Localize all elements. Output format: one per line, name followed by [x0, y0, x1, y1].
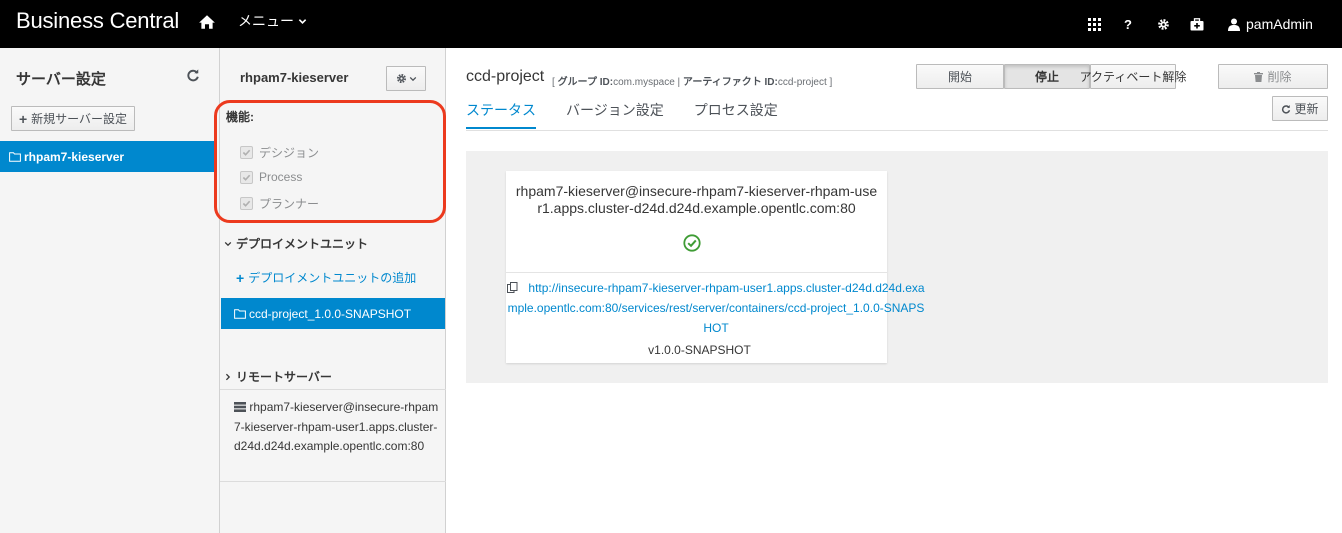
main-menu-label: メニュー: [238, 13, 294, 29]
folder-icon: [234, 308, 246, 319]
remote-servers-label: リモートサーバー: [236, 370, 332, 384]
checkmark-icon: [242, 200, 251, 207]
stop-button[interactable]: 停止: [1004, 64, 1090, 89]
container-endpoint-text: http://insecure-rhpam7-kieserver-rhpam-u…: [507, 281, 925, 335]
gear-icon: [1157, 18, 1169, 30]
tab-status[interactable]: ステータス: [466, 100, 536, 129]
server-config-title: サーバー設定: [16, 71, 106, 88]
chevron-down-icon: [409, 76, 416, 81]
user-menu[interactable]: pamAdmin: [1228, 0, 1342, 48]
feature-planner: プランナー: [240, 195, 319, 212]
project-name: ccd-project: [466, 68, 545, 85]
tab-version-config[interactable]: バージョン設定: [566, 100, 664, 129]
feature-decision: デシジョン: [240, 144, 319, 161]
feature-label: Process: [259, 170, 303, 184]
app-brand[interactable]: Business Central: [16, 8, 179, 34]
new-server-config-button[interactable]: + 新規サーバー設定: [11, 106, 135, 131]
grid-icon: [1087, 17, 1101, 31]
gear-icon: [396, 73, 406, 84]
remote-servers-header[interactable]: リモートサーバー: [224, 368, 332, 385]
refresh-label: 更新: [1294, 102, 1319, 116]
refresh-icon: [1282, 104, 1291, 114]
feature-label: プランナー: [259, 197, 320, 211]
server-item-rhpam7-kieserver[interactable]: rhpam7-kieserver: [0, 141, 214, 172]
help-icon[interactable]: ?: [1120, 0, 1136, 48]
check-circle-icon: [683, 234, 701, 252]
checkmark-icon: [242, 174, 251, 181]
feature-checkbox[interactable]: [240, 170, 253, 184]
project-tabs: ステータス バージョン設定 プロセス設定: [466, 100, 778, 129]
tab-process-config[interactable]: プロセス設定: [694, 100, 778, 129]
remote-server-item[interactable]: rhpam7-kieserver@insecure-rhpam7-kieserv…: [234, 398, 440, 457]
container-version: v1.0.0-SNAPSHOT: [648, 343, 751, 357]
delete-label: 削除: [1267, 70, 1292, 84]
deployment-unit-item[interactable]: ccd-project_1.0.0-SNAPSHOT: [221, 298, 445, 329]
server-stack-icon: [234, 402, 246, 412]
checkmark-icon: [242, 149, 251, 156]
home-icon[interactable]: [198, 13, 216, 31]
refresh-button[interactable]: 更新: [1272, 96, 1328, 121]
features-label: 機能:: [226, 110, 254, 124]
remote-server-label: rhpam7-kieserver@insecure-rhpam7-kieserv…: [234, 400, 439, 453]
new-server-config-label: 新規サーバー設定: [31, 112, 128, 126]
deployment-units-label: デプロイメントユニット: [236, 237, 369, 251]
group-id-value: com.myspace: [613, 77, 675, 88]
chevron-right-icon: [225, 373, 231, 380]
tabs-underline: [466, 130, 1328, 131]
copy-icon[interactable]: [507, 282, 518, 293]
user-name: pamAdmin: [1246, 16, 1313, 32]
top-navbar: Business Central メニュー ? pamAdmin: [0, 0, 1342, 48]
divider: [220, 389, 446, 390]
delete-button[interactable]: 削除: [1218, 64, 1328, 89]
plus-icon: +: [236, 269, 245, 286]
server-detail-panel: rhpam7-kieserver 機能: デシジョン Process プランナー…: [220, 48, 446, 533]
card-server-url: rhpam7-kieserver@insecure-rhpam7-kieserv…: [515, 183, 878, 216]
card-divider: [506, 272, 887, 273]
apps-grid-button[interactable]: [1084, 0, 1104, 48]
start-label: 開始: [947, 70, 972, 84]
group-id-label: グループ ID:: [557, 77, 614, 88]
deployment-unit-label: ccd-project_1.0.0-SNAPSHOT: [249, 306, 412, 321]
server-config-panel: サーバー設定 + 新規サーバー設定 rhpam7-kieserver: [0, 48, 220, 533]
start-button[interactable]: 開始: [916, 64, 1004, 89]
feature-checkbox[interactable]: [240, 197, 253, 210]
chevron-down-icon: [298, 18, 307, 24]
container-status-card: rhpam7-kieserver@insecure-rhpam7-kieserv…: [506, 171, 925, 363]
chevron-down-icon: [224, 241, 232, 246]
project-panel: ccd-project [ グループ ID:com.myspace | アーティ…: [446, 48, 1342, 533]
feature-checkbox[interactable]: [240, 146, 253, 159]
stop-label: 停止: [1034, 70, 1059, 84]
feature-label: デシジョン: [259, 146, 320, 160]
plus-icon: +: [18, 110, 28, 127]
deployment-units-header[interactable]: デプロイメントユニット: [224, 235, 368, 252]
briefcase-medical-icon: [1190, 17, 1204, 30]
project-meta: [ グループ ID:com.myspace | アーティファクト ID:ccd-…: [552, 77, 833, 88]
server-name-title: rhpam7-kieserver: [240, 70, 349, 85]
refresh-icon[interactable]: [186, 68, 200, 82]
admin-button[interactable]: [1188, 0, 1206, 48]
deactivate-button[interactable]: アクティベート解除: [1080, 64, 1186, 89]
add-deployment-unit-link[interactable]: + デプロイメントユニットの追加: [236, 269, 416, 286]
artifact-id-label: アーティファクト ID:: [682, 77, 778, 88]
feature-process: Process: [240, 170, 302, 184]
features-section: 機能: デシジョン Process プランナー: [220, 100, 446, 220]
divider: [220, 481, 446, 482]
user-icon: [1228, 18, 1240, 31]
status-area: rhpam7-kieserver@insecure-rhpam7-kieserv…: [466, 151, 1328, 383]
settings-button[interactable]: [1154, 0, 1172, 48]
main-menu[interactable]: メニュー: [238, 11, 307, 31]
folder-icon: [9, 151, 21, 162]
deactivate-label: アクティベート解除: [1079, 70, 1187, 84]
trash-icon: [1254, 71, 1264, 82]
server-item-label: rhpam7-kieserver: [24, 149, 125, 164]
container-endpoint-link[interactable]: http://insecure-rhpam7-kieserver-rhpam-u…: [506, 278, 926, 338]
add-deployment-unit-label: デプロイメントユニットの追加: [248, 271, 417, 285]
server-settings-dropdown[interactable]: [386, 66, 426, 91]
artifact-id-value: ccd-project: [777, 77, 827, 88]
